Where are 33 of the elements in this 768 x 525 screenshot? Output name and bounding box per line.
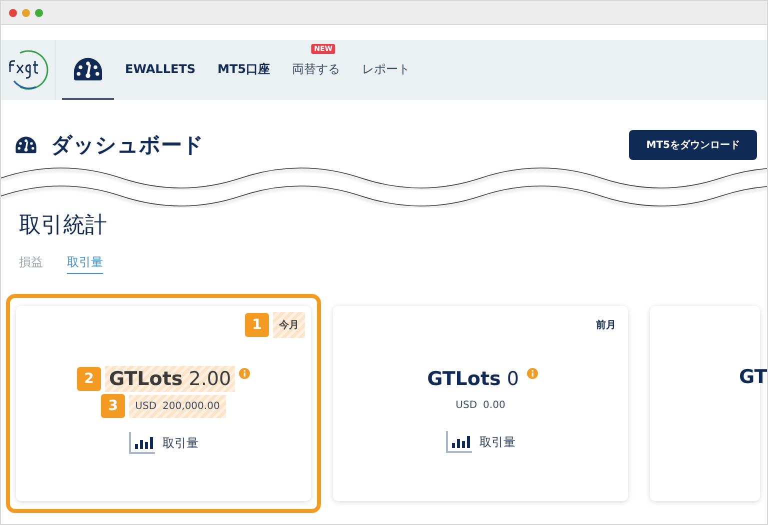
- step-marker: 1: [245, 313, 269, 337]
- lots-label: GT: [739, 366, 767, 388]
- step-marker: 3: [101, 394, 126, 418]
- page-title: ダッシュボード: [51, 132, 204, 159]
- dashboard-icon: [73, 57, 103, 81]
- info-icon[interactable]: [526, 368, 538, 379]
- lots-value: 2.00: [188, 368, 232, 390]
- logo-drawing: [6, 48, 50, 92]
- maximize-window-control[interactable]: [35, 8, 43, 16]
- minimize-window-control[interactable]: [22, 8, 30, 16]
- lots-value: 0: [506, 368, 519, 390]
- currency-label: USD: [456, 400, 478, 411]
- usd-value: 0.00: [483, 400, 506, 411]
- bar-chart-icon: [446, 431, 472, 453]
- nav-item[interactable]: MT5口座: [206, 58, 281, 82]
- volume-link[interactable]: 取引量: [480, 434, 516, 450]
- nav-item[interactable]: EWALLETS: [114, 59, 206, 81]
- bar-chart-icon: [128, 432, 154, 454]
- info-icon[interactable]: [239, 368, 250, 379]
- period-label: 前月: [595, 318, 617, 333]
- dashboard-icon: [15, 136, 37, 154]
- currency-label: USD: [135, 400, 157, 412]
- section-title: 取引統計: [19, 212, 108, 240]
- lots-label: GTLots: [427, 368, 501, 390]
- download-button[interactable]: MT5をダウンロード: [629, 130, 757, 160]
- lots-label: GTLots: [108, 368, 183, 390]
- period-label: 今月: [273, 312, 305, 338]
- nav-item[interactable]: レポート: [350, 58, 421, 82]
- volume-link[interactable]: 取引量: [162, 434, 198, 452]
- close-window-control[interactable]: [9, 8, 17, 16]
- nav-item[interactable]: 両替する: [280, 58, 351, 82]
- step-marker: 2: [76, 367, 101, 391]
- usd-value: 200,000.00: [162, 400, 220, 412]
